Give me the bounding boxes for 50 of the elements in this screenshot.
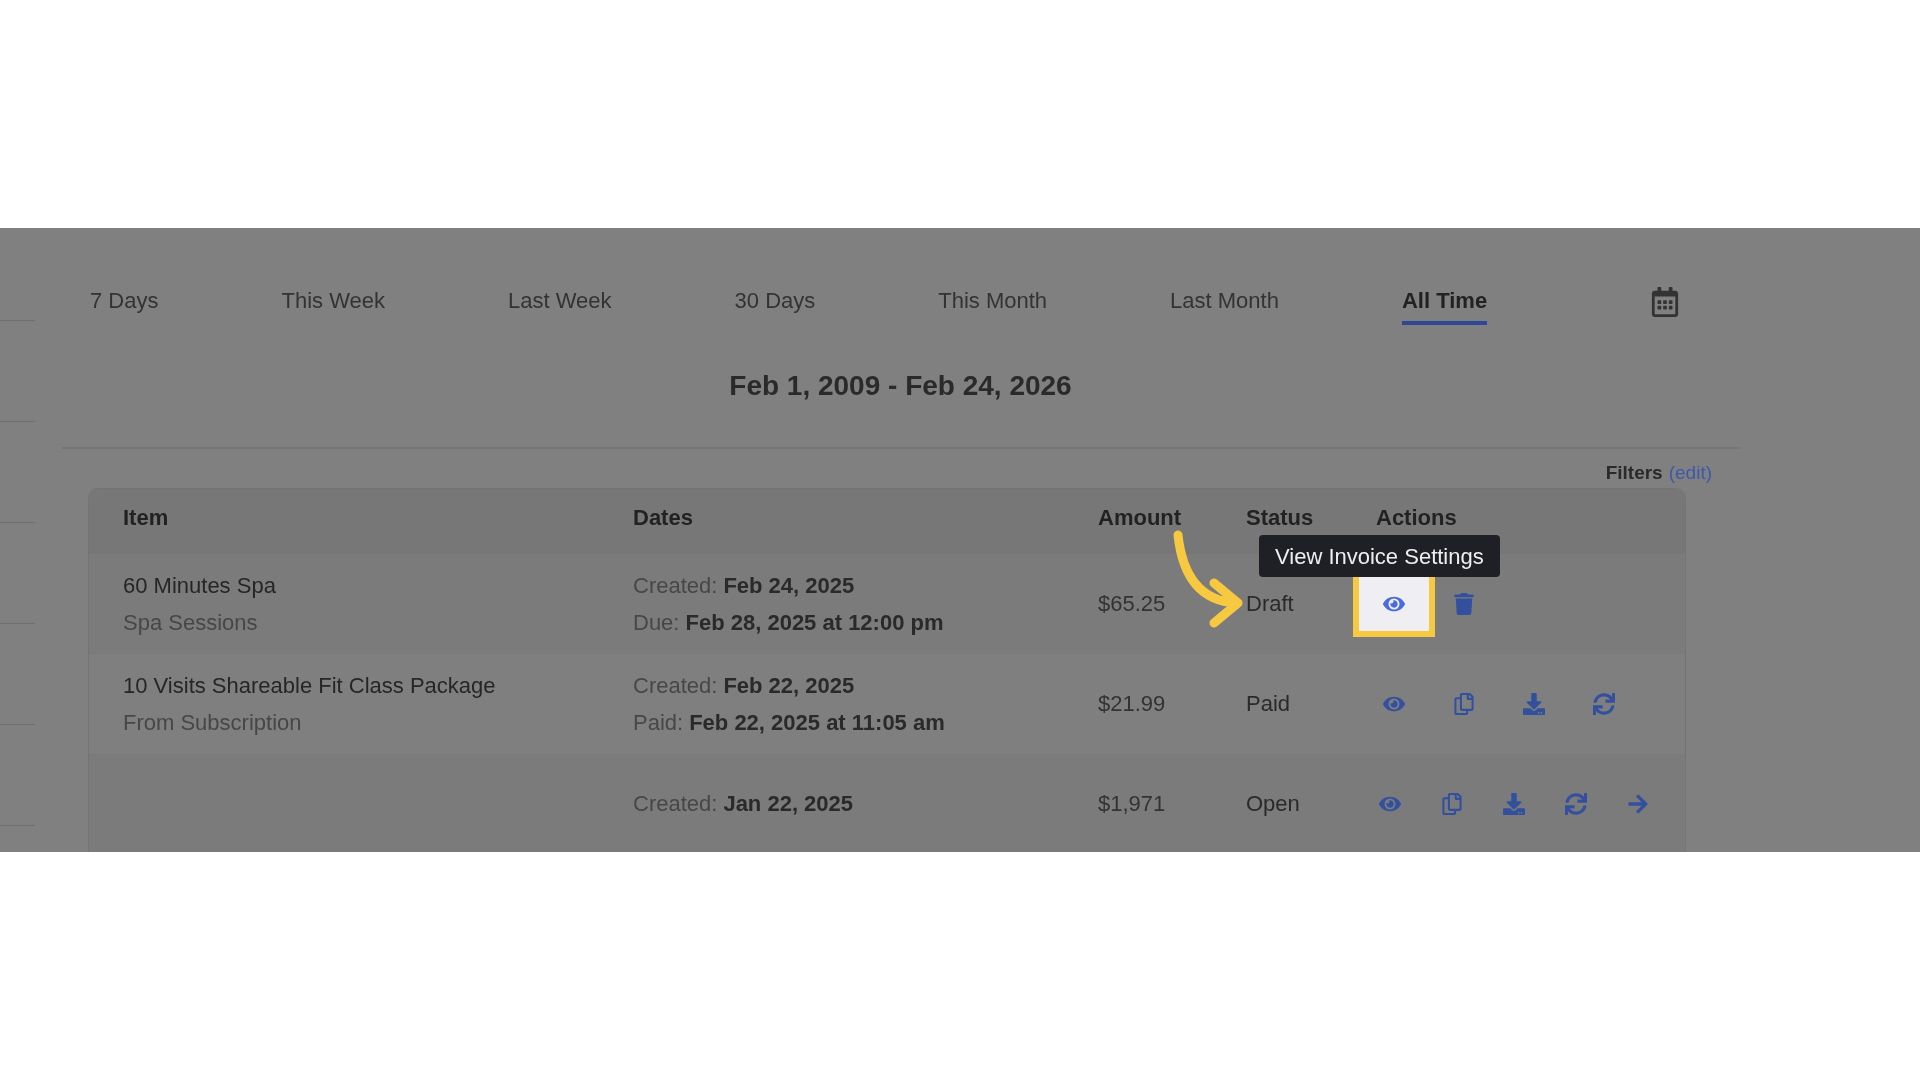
date-value: Jan 22, 2025 [723, 790, 854, 818]
date-value: Feb 22, 2025 [723, 671, 855, 700]
copy-icon [1441, 792, 1463, 815]
date-value: Feb 22, 2025 at 11:05 am [689, 708, 945, 737]
copy-button[interactable] [1453, 692, 1475, 715]
arrow-right-button[interactable] [1627, 792, 1649, 815]
column-header: Item [123, 503, 170, 532]
date-value: Feb 28, 2025 at 12:00 pm [685, 608, 944, 637]
download-button[interactable] [1523, 692, 1545, 715]
date-value: Feb 24, 2025 [723, 571, 855, 600]
item-subtitle: From Subscription [123, 708, 303, 737]
status-text: Open [1246, 790, 1301, 818]
calendar-icon [1650, 286, 1681, 317]
refresh-button[interactable] [1593, 692, 1615, 715]
trash-icon [1453, 592, 1475, 615]
period-tab[interactable]: This Month [938, 284, 1048, 325]
amount-text: $21.99 [1098, 690, 1167, 718]
refresh-button[interactable] [1565, 792, 1587, 815]
period-tab[interactable]: This Week [281, 284, 385, 325]
period-tab[interactable]: Last Month [1170, 284, 1279, 325]
status-text: Draft [1246, 590, 1295, 618]
arrow-right-icon [1627, 792, 1649, 815]
edit-filters-link[interactable]: (edit) [1668, 459, 1712, 488]
date-label: Paid: [633, 708, 684, 737]
period-tab[interactable]: 7 Days [90, 284, 159, 325]
amount-text: $65.25 [1098, 590, 1167, 618]
copy-icon [1453, 692, 1475, 715]
refresh-icon [1565, 792, 1587, 815]
status-text: Paid [1246, 690, 1292, 718]
column-header: Actions [1375, 503, 1458, 532]
refresh-icon [1593, 692, 1615, 715]
column-header: Status [1246, 503, 1315, 532]
trash-button[interactable] [1453, 592, 1475, 615]
period-tab[interactable]: 30 Days [734, 284, 816, 325]
column-header: Dates [633, 503, 694, 532]
item-name: 10 Visits Shareable Fit Class Package [123, 671, 497, 700]
item-name: 60 Minutes Spa [123, 571, 277, 600]
tooltip: View Invoice Settings [1259, 535, 1500, 577]
period-tab[interactable]: All Time [1401, 284, 1488, 325]
date-range: Feb 1, 2009 - Feb 24, 2026 [729, 369, 1072, 403]
download-icon [1503, 792, 1525, 815]
column-header: Amount [1098, 503, 1183, 532]
download-icon [1523, 692, 1545, 715]
amount-text: $1,971 [1098, 790, 1167, 818]
copy-button[interactable] [1441, 792, 1463, 815]
period-tab[interactable]: Last Week [508, 284, 612, 325]
calendar-button[interactable] [1650, 286, 1681, 317]
filters-label: Filters [1605, 461, 1663, 485]
download-button[interactable] [1503, 792, 1525, 815]
date-label: Created: [633, 671, 718, 700]
